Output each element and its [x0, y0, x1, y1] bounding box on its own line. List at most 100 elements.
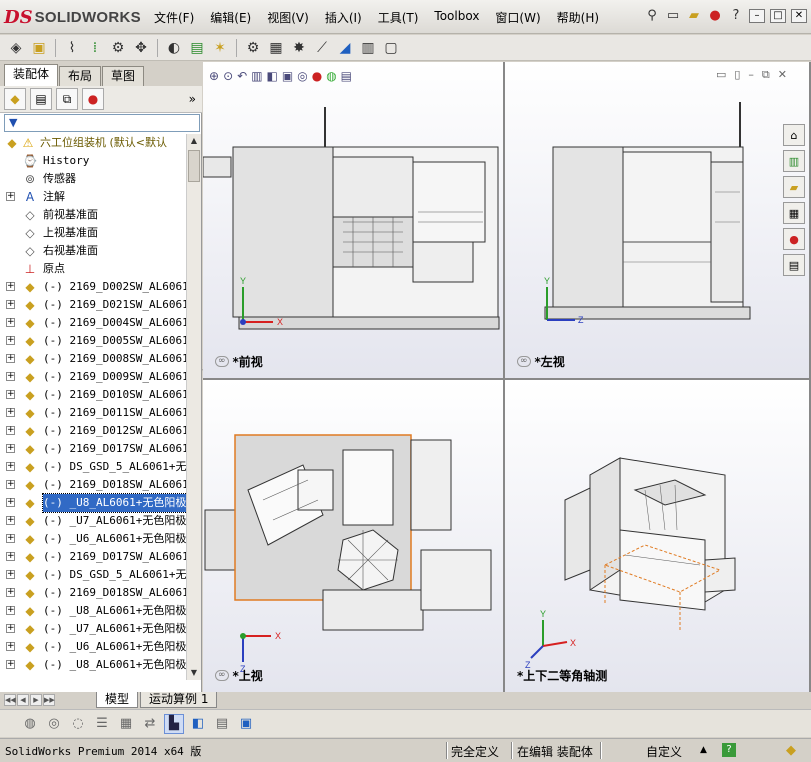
previous-view-icon[interactable]: ↶	[237, 69, 247, 83]
link-views-icon[interactable]: ∞	[517, 356, 531, 367]
expand-toggle-icon[interactable]: +	[6, 534, 15, 543]
menu-view[interactable]: 视图(V)	[259, 9, 317, 26]
linear-pattern-icon[interactable]: ⁞	[85, 38, 105, 58]
tab-assembly[interactable]: 装配体	[4, 64, 59, 86]
property-manager-icon[interactable]: ▤	[30, 88, 52, 110]
configuration-manager-icon[interactable]: ⧉	[56, 88, 78, 110]
tree-item[interactable]: + ◆ (-) 2169_D009SW_AL6061+无	[0, 368, 186, 386]
expand-toggle-icon[interactable]: +	[6, 642, 15, 651]
tree-root-assembly[interactable]: ◆ ⚠ 六工位组装机 (默认<默认	[0, 134, 186, 152]
tree-item[interactable]: + ◆ (-) _U7_AL6061+无色阳极<	[0, 512, 186, 530]
3d-view-icon[interactable]: ◧	[188, 714, 208, 734]
expand-toggle-icon[interactable]: +	[6, 552, 15, 561]
expand-toggle-icon[interactable]: +	[6, 516, 15, 525]
expand-toggle-icon[interactable]: +	[6, 606, 15, 615]
expand-toggle-icon[interactable]: +	[6, 192, 15, 201]
tree-item[interactable]: + ◆ (-) 2169_D021SW_AL6061+无	[0, 296, 186, 314]
tree-item[interactable]: ⊚ 传感器	[0, 170, 186, 188]
tree-item[interactable]: + ◆ (-) DS_GSD_5_AL6061+无色	[0, 566, 186, 584]
snapshot-icon[interactable]: ▢	[381, 38, 401, 58]
tree-item[interactable]: + ◆ (-) 2169_D002SW_AL6061+无	[0, 278, 186, 296]
expand-toggle-icon[interactable]: +	[6, 354, 15, 363]
expand-toggle-icon[interactable]: +	[6, 498, 15, 507]
viewport-left[interactable]: ▭ ▯ – ⧉ ✕ ⌂ ▥ ▰ ▦ ● ▤ Y Z ∞ *左视	[505, 62, 809, 378]
grid-view-icon[interactable]: ▦	[116, 714, 136, 734]
restore-button[interactable]: □	[770, 9, 786, 23]
tree-item[interactable]: + ◆ (-) 2169_D012SW_AL6061+无	[0, 422, 186, 440]
file-explorer-icon[interactable]: ▰	[783, 176, 805, 198]
menu-file[interactable]: 文件(F)	[146, 9, 202, 26]
tree-item[interactable]: + ◆ (-) 2169_D017SW_AL6061+无	[0, 548, 186, 566]
first-tab-icon[interactable]: ◀◀	[4, 694, 16, 706]
expand-toggle-icon[interactable]: +	[6, 462, 15, 471]
tree-item[interactable]: ⊥ 原点	[0, 260, 186, 278]
tree-item[interactable]: + ◆ (-) 2169_D017SW_AL6061+无	[0, 440, 186, 458]
tree-item[interactable]: + ◆ (-) _U6_AL6061+无色阳极<	[0, 638, 186, 656]
help-icon[interactable]: ?	[728, 8, 744, 24]
graphics-area[interactable]: ⊕ ⊙ ↶ ▥ ◧ ▣ ◎ ● ◍ ▤ X Y ∞ *前视 ▭ ▯ – ⧉ ✕ …	[203, 62, 811, 692]
show-hidden-icon[interactable]: ◐	[164, 38, 184, 58]
solidworks-logo[interactable]: DS SOLIDWORKS	[4, 5, 141, 29]
move-component-icon[interactable]: ✥	[131, 38, 151, 58]
viewport-minimize-icon[interactable]: –	[748, 68, 754, 82]
display-style-icon[interactable]: ▣	[282, 69, 293, 83]
menu-insert[interactable]: 插入(I)	[317, 9, 370, 26]
tree-item[interactable]: + ◆ (-) _U8_AL6061+无色阳极<	[0, 602, 186, 620]
edit-appearance-icon[interactable]: ●	[312, 69, 322, 83]
expand-panel-icon[interactable]: »	[189, 92, 196, 106]
tab-layout[interactable]: 布局	[59, 66, 102, 86]
tree-scrollbar[interactable]: ▲ ▼	[186, 134, 201, 680]
hide-show-items-icon[interactable]: ◎	[297, 69, 307, 83]
expand-toggle-icon[interactable]: +	[6, 318, 15, 327]
zoom-to-area-icon[interactable]: ⊙	[223, 69, 233, 83]
tree-item[interactable]: ◇ 上视基准面	[0, 224, 186, 242]
expand-toggle-icon[interactable]: +	[6, 660, 15, 669]
tree-item[interactable]: + ◆ (-) 2169_D005SW_AL6061+无	[0, 332, 186, 350]
viewport-front[interactable]: ⊕ ⊙ ↶ ▥ ◧ ▣ ◎ ● ◍ ▤ X Y ∞ *前视	[203, 62, 503, 378]
new-component-icon[interactable]: ◈	[6, 38, 26, 58]
list-view-icon[interactable]: ☰	[92, 714, 112, 734]
tree-item[interactable]: + ◆ (-) 2169_D018SW_AL6061+无	[0, 476, 186, 494]
menu-help[interactable]: 帮助(H)	[549, 9, 607, 26]
tree-item[interactable]: ◇ 右视基准面	[0, 242, 186, 260]
menu-tools[interactable]: 工具(T)	[370, 9, 427, 26]
last-tab-icon[interactable]: ▶▶	[43, 694, 55, 706]
traffic-light-icon[interactable]: ●	[707, 8, 723, 24]
view-settings-icon[interactable]: ▤	[341, 69, 352, 83]
expand-toggle-icon[interactable]: +	[6, 300, 15, 309]
expand-toggle-icon[interactable]: +	[6, 444, 15, 453]
tree-item[interactable]: ⌚ History	[0, 152, 186, 170]
tree-item[interactable]: + ◆ (-) _U7_AL6061+无色阳极<	[0, 620, 186, 638]
scroll-up-icon[interactable]: ▲	[187, 134, 201, 148]
tab-sketch[interactable]: 草图	[102, 66, 145, 86]
viewport-restore-icon[interactable]: ⧉	[762, 68, 770, 82]
link-views-icon[interactable]: ∞	[215, 356, 229, 367]
new-motion-study-icon[interactable]: ⚙	[243, 38, 263, 58]
close-button[interactable]: ✕	[791, 9, 807, 23]
tree-item[interactable]: + ◆ (-) 2169_D011SW_AL6061+无	[0, 404, 186, 422]
apply-scene-icon[interactable]: ◍	[326, 69, 336, 83]
tree-item[interactable]: + A 注解	[0, 188, 186, 206]
smart-fasteners-icon[interactable]: ⚙	[108, 38, 128, 58]
view-palette-icon[interactable]: ▦	[783, 202, 805, 224]
zoom-to-fit-icon[interactable]: ⊕	[209, 69, 219, 83]
expand-toggle-icon[interactable]: +	[6, 624, 15, 633]
menu-edit[interactable]: 编辑(E)	[202, 9, 259, 26]
viewport-split-vertical-icon[interactable]: ▯	[734, 68, 740, 82]
rebuild-icon[interactable]: ◆	[786, 743, 796, 758]
insert-component-icon[interactable]: ▣	[29, 38, 49, 58]
calculate-icon[interactable]: ◍	[20, 714, 40, 734]
assembly-features-icon[interactable]: ▤	[187, 38, 207, 58]
open-icon[interactable]: ▰	[686, 8, 702, 24]
expand-toggle-icon[interactable]: +	[6, 282, 15, 291]
play-icon[interactable]: ◎	[44, 714, 64, 734]
tree-item[interactable]: + ◆ (-) DS_GSD_5_AL6061+无色	[0, 458, 186, 476]
section-view-icon[interactable]: ▥	[251, 69, 262, 83]
scroll-thumb[interactable]	[188, 150, 200, 182]
tree-item[interactable]: + ◆ (-) _U8_AL6061+无色阳极<	[0, 656, 186, 674]
menu-window[interactable]: 窗口(W)	[487, 9, 548, 26]
expand-toggle-icon[interactable]: +	[6, 390, 15, 399]
viewport-close-icon[interactable]: ✕	[778, 68, 787, 82]
tree-item[interactable]: + ◆ (-) _U6_AL6061+无色阳极<	[0, 530, 186, 548]
solidworks-resources-icon[interactable]: ⌂	[783, 124, 805, 146]
